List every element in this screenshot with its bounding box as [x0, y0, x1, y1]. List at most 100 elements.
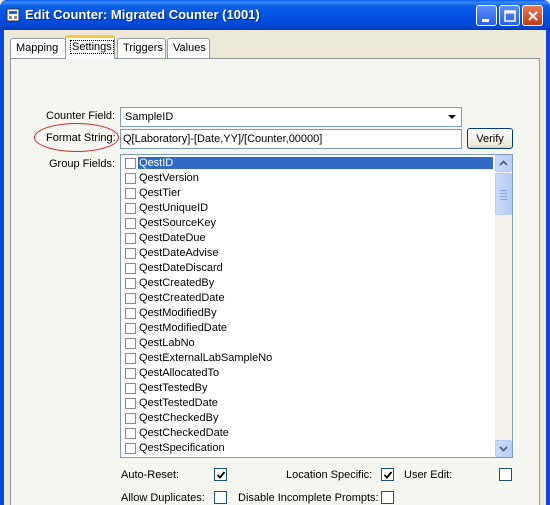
list-item[interactable]: QestExternalLabSampleNo	[122, 351, 494, 366]
list-item[interactable]: QestTestedDate	[122, 396, 494, 411]
list-item-label: QestExternalLabSampleNo	[139, 352, 273, 364]
list-item-checkbox[interactable]	[125, 173, 136, 184]
list-item[interactable]: QestUniqueID	[122, 201, 494, 216]
list-item-checkbox[interactable]	[125, 368, 136, 379]
minimize-button[interactable]	[476, 5, 497, 26]
list-item-checkbox[interactable]	[125, 383, 136, 394]
minimize-icon	[482, 19, 489, 22]
auto-reset-checkbox[interactable]	[214, 468, 227, 481]
title-bar[interactable]: Edit Counter: Migrated Counter (1001)	[0, 0, 550, 30]
list-item-checkbox[interactable]	[125, 188, 136, 199]
scroll-down-button[interactable]	[495, 440, 512, 457]
list-item-label: QestTestedDate	[139, 397, 218, 409]
list-item[interactable]: QestDateDiscard	[122, 261, 494, 276]
group-fields-label: Group Fields:	[49, 158, 116, 170]
list-item-checkbox[interactable]	[125, 443, 136, 454]
list-item[interactable]: QestDateDue	[122, 231, 494, 246]
list-item[interactable]: QestTestedBy	[122, 381, 494, 396]
list-item-checkbox[interactable]	[125, 233, 136, 244]
list-item[interactable]: QestTier	[122, 186, 494, 201]
list-item[interactable]: QestCheckedBy	[122, 411, 494, 426]
list-item[interactable]: QestCheckedDate	[122, 426, 494, 441]
list-item-checkbox[interactable]	[125, 308, 136, 319]
maximize-icon	[504, 10, 516, 22]
chevron-up-icon	[499, 160, 508, 166]
list-item[interactable]: QestModifiedBy	[122, 306, 494, 321]
annotation-circle	[34, 123, 119, 152]
tab-mapping[interactable]: Mapping	[10, 38, 66, 58]
disable-incomplete-prompts-label: Disable Incomplete Prompts:	[238, 492, 379, 504]
list-item-checkbox[interactable]	[125, 398, 136, 409]
list-item-checkbox[interactable]	[125, 353, 136, 364]
close-icon	[528, 11, 538, 21]
list-item-checkbox[interactable]	[125, 263, 136, 274]
list-item-label: QestSpecification	[139, 442, 225, 454]
list-item-checkbox[interactable]	[125, 428, 136, 439]
checkmark-icon	[383, 471, 393, 479]
counter-field-label: Counter Field:	[46, 110, 116, 122]
dialog-client-area: Mapping Settings Triggers Values Counter…	[4, 30, 546, 505]
list-item-label: QestCreatedDate	[139, 292, 225, 304]
list-item-label: QestDateDiscard	[139, 262, 223, 274]
tab-settings[interactable]: Settings	[65, 35, 115, 59]
tab-values[interactable]: Values	[167, 38, 210, 58]
counter-app-icon	[6, 8, 20, 22]
list-item-label: QestDateDue	[139, 232, 206, 244]
location-specific-checkbox[interactable]	[381, 468, 394, 481]
list-item-checkbox[interactable]	[125, 203, 136, 214]
list-item[interactable]: QestSpecification	[122, 441, 494, 456]
auto-reset-label: Auto-Reset:	[121, 469, 180, 481]
allow-duplicates-checkbox[interactable]	[214, 491, 227, 504]
chevron-down-icon	[499, 446, 508, 452]
list-item-checkbox[interactable]	[125, 338, 136, 349]
allow-duplicates-label: Allow Duplicates:	[121, 492, 205, 504]
list-item[interactable]: QestVersion	[122, 171, 494, 186]
list-item-label: QestVersion	[139, 172, 199, 184]
list-item[interactable]: QestModifiedDate	[122, 321, 494, 336]
tab-triggers[interactable]: Triggers	[117, 38, 166, 58]
counter-field-dropdown[interactable]: SampleID	[120, 107, 462, 127]
close-button[interactable]	[522, 5, 543, 26]
list-item-label: QestCheckedBy	[139, 412, 219, 424]
list-item-label: QestModifiedBy	[139, 307, 217, 319]
list-item[interactable]: QestSourceKey	[122, 216, 494, 231]
list-scrollbar[interactable]	[495, 155, 512, 457]
list-item-checkbox[interactable]	[125, 248, 136, 259]
list-item[interactable]: QestCreatedBy	[122, 276, 494, 291]
list-item-label: QestCheckedDate	[139, 427, 229, 439]
user-edit-checkbox[interactable]	[499, 468, 512, 481]
list-item-checkbox[interactable]	[125, 413, 136, 424]
maximize-button[interactable]	[499, 5, 520, 26]
list-item[interactable]: QestLabNo	[122, 336, 494, 351]
list-item-label: QestSourceKey	[139, 217, 217, 229]
list-item-label: QestAllocatedTo	[139, 367, 220, 379]
settings-page: Counter Field: SampleID Format String: Q…	[10, 58, 540, 505]
list-item-label: QestUniqueID	[139, 202, 209, 214]
window-title: Edit Counter: Migrated Counter (1001)	[25, 7, 260, 22]
list-item-label: QestModifiedDate	[139, 322, 228, 334]
dialog-window: Edit Counter: Migrated Counter (1001) Ma…	[0, 0, 550, 505]
list-item-label: QestDateAdvise	[139, 247, 219, 259]
list-item[interactable]: QestDateAdvise	[122, 246, 494, 261]
checkmark-icon	[216, 471, 226, 479]
format-string-input[interactable]: Q[Laboratory]-[Date,YY]/[Counter,00000]	[120, 129, 462, 149]
verify-button[interactable]: Verify	[467, 128, 513, 149]
list-item-label: QestLabNo	[139, 337, 195, 349]
dropdown-arrow[interactable]	[444, 109, 460, 125]
location-specific-label: Location Specific:	[286, 469, 373, 481]
group-fields-list[interactable]: QestSpecification QestCheckedDate QestChec…	[120, 154, 513, 458]
list-item-checkbox[interactable]	[125, 158, 136, 169]
list-item-checkbox[interactable]	[125, 218, 136, 229]
list-item[interactable]: QestCreatedDate	[122, 291, 494, 306]
scroll-up-button[interactable]	[495, 155, 512, 172]
list-item-label: QestTestedBy	[139, 382, 208, 394]
list-item-checkbox[interactable]	[125, 323, 136, 334]
list-item-checkbox[interactable]	[125, 293, 136, 304]
list-item[interactable]: QestID	[122, 156, 494, 171]
disable-incomplete-prompts-checkbox[interactable]	[381, 491, 394, 504]
scroll-thumb[interactable]	[495, 173, 512, 215]
list-item[interactable]: QestAllocatedTo	[122, 366, 494, 381]
user-edit-label: User Edit:	[404, 469, 453, 481]
chevron-down-icon	[448, 115, 456, 119]
list-item-checkbox[interactable]	[125, 278, 136, 289]
